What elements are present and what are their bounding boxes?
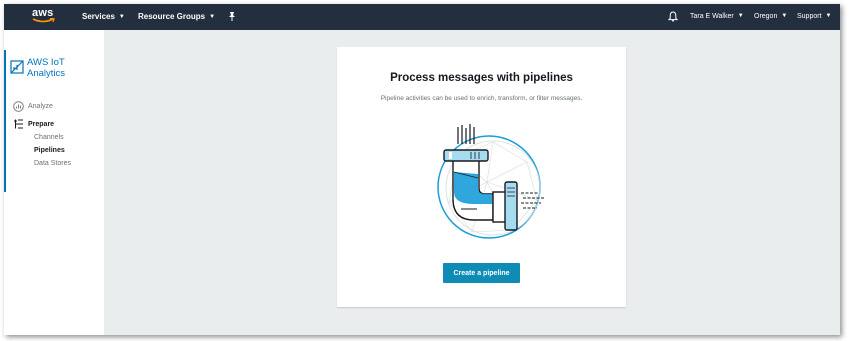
chevron-down-icon: ▼ <box>118 14 125 20</box>
resource-groups-label: Resource Groups <box>138 12 206 21</box>
services-menu[interactable]: Services ▼ <box>82 12 125 21</box>
services-label: Services <box>82 12 115 21</box>
user-name: Tara E Walker <box>690 13 734 20</box>
app-window: aws Services ▼ Resource Groups ▼ Tara E Wa… <box>4 4 840 335</box>
chevron-down-icon: ▼ <box>781 13 788 19</box>
aws-smile-icon <box>32 18 55 23</box>
create-pipeline-button[interactable]: Create a pipeline <box>443 263 520 283</box>
analyze-icon <box>13 101 24 112</box>
pin-icon[interactable] <box>227 11 237 22</box>
sidebar-item-pipelines[interactable]: Pipelines <box>34 147 65 154</box>
service-title-line1: AWS IoT <box>27 57 65 68</box>
pipeline-illustration <box>437 124 545 239</box>
page-title: Process messages with pipelines <box>390 72 573 84</box>
support-menu[interactable]: Support ▼ <box>797 13 831 20</box>
support-label: Support <box>797 13 822 20</box>
aws-logo[interactable]: aws <box>32 7 60 25</box>
prepare-icon <box>14 119 23 129</box>
iot-analytics-icon <box>10 60 24 74</box>
chevron-down-icon: ▼ <box>825 13 832 19</box>
top-navigation-bar: aws Services ▼ Resource Groups ▼ Tara E Wa… <box>4 4 840 30</box>
sidebar-accent-bar <box>4 50 6 192</box>
sidebar: AWS IoT Analytics Analyze Prepare Channe… <box>4 30 104 335</box>
service-title[interactable]: AWS IoT Analytics <box>27 57 101 79</box>
bell-icon[interactable] <box>668 11 678 22</box>
region-menu[interactable]: Oregon ▼ <box>754 13 787 20</box>
sidebar-item-analyze[interactable]: Analyze <box>28 103 53 110</box>
page-subtitle: Pipeline activities can be used to enric… <box>380 95 583 102</box>
chevron-down-icon: ▼ <box>737 13 744 19</box>
empty-state-card: Process messages with pipelines Pipeline… <box>337 47 626 307</box>
resource-groups-menu[interactable]: Resource Groups ▼ <box>138 12 215 21</box>
chevron-down-icon: ▼ <box>209 14 216 20</box>
account-menu[interactable]: Tara E Walker ▼ <box>690 13 744 20</box>
sidebar-item-data-stores[interactable]: Data Stores <box>34 160 71 167</box>
sidebar-item-prepare[interactable]: Prepare <box>28 121 54 128</box>
sidebar-item-channels[interactable]: Channels <box>34 134 64 141</box>
service-title-line2: Analytics <box>27 68 66 79</box>
region-label: Oregon <box>754 13 778 20</box>
